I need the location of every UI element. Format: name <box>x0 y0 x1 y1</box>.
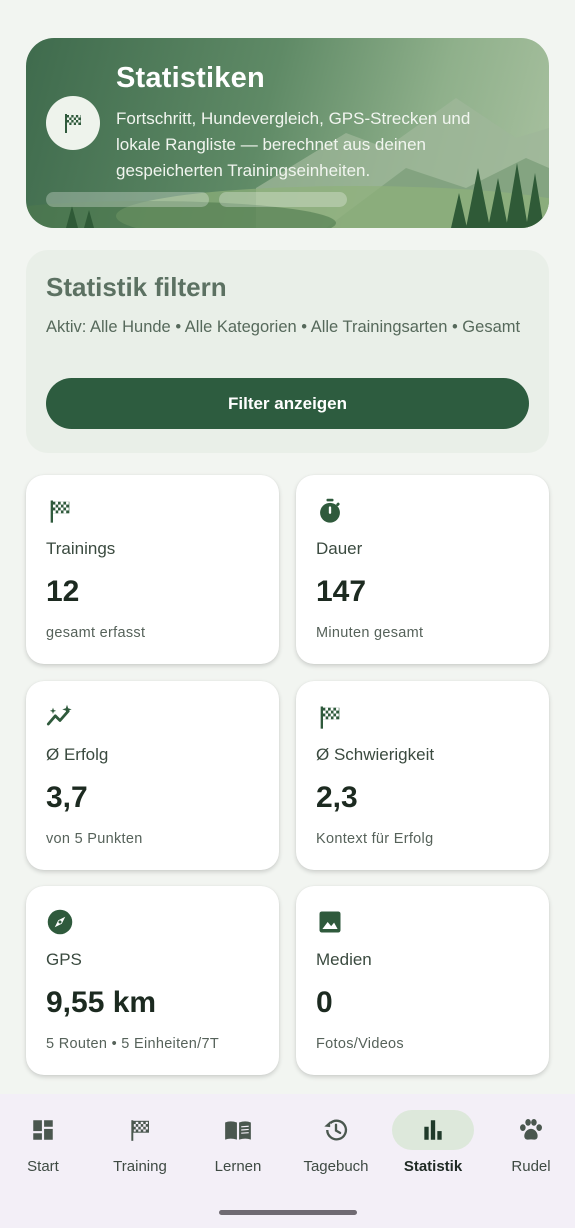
stat-value: 147 <box>316 575 367 608</box>
trending-sparkle-icon <box>46 704 72 726</box>
stat-card-difficulty[interactable]: Ø Schwierigkeit 2,3 Kontext für Erfolg <box>296 681 549 870</box>
filter-title: Statistik filtern <box>46 272 227 302</box>
compass-icon <box>47 909 73 935</box>
book-icon <box>225 1121 251 1140</box>
hero-title: Statistiken <box>116 62 265 94</box>
nav-label: Start <box>27 1158 59 1175</box>
stat-card-gps[interactable]: GPS 9,55 km 5 Routen • 5 Einheiten/7T <box>26 886 279 1075</box>
nav-item-statistik[interactable]: Statistik <box>385 1094 481 1194</box>
checkered-flag-icon <box>50 500 70 523</box>
stat-value: 12 <box>46 575 80 608</box>
hero-banner: Statistiken Fortschritt, Hundevergleich,… <box>26 38 549 228</box>
stat-caption: gesamt erfasst <box>46 625 146 641</box>
hero-subtitle: Fortschritt, Hundevergleich, GPS-Strecke… <box>116 109 471 180</box>
nav-label: Rudel <box>511 1158 551 1175</box>
stat-label: Ø Erfolg <box>46 745 109 764</box>
hero-flag-icon <box>46 96 100 150</box>
active-filter-summary: Aktiv: Alle Hunde • Alle Kategorien • Al… <box>46 318 521 336</box>
nav-label: Training <box>113 1158 167 1175</box>
hero-skeleton-pill <box>219 192 347 207</box>
gesture-home-bar[interactable] <box>219 1210 357 1215</box>
stat-label: GPS <box>46 950 82 969</box>
checkered-flag-icon <box>131 1120 149 1141</box>
nav-label: Tagebuch <box>303 1158 369 1175</box>
stat-label: Trainings <box>46 539 116 558</box>
stat-card-success[interactable]: Ø Erfolg 3,7 von 5 Punkten <box>26 681 279 870</box>
stopwatch-icon <box>320 498 340 523</box>
checkered-flag-icon <box>320 706 340 729</box>
filter-card: Statistik filtern Aktiv: Alle Hunde • Al… <box>26 250 549 453</box>
stat-label: Dauer <box>316 539 363 558</box>
stat-caption: Minuten gesamt <box>316 625 424 641</box>
stat-card-media[interactable]: Medien 0 Fotos/Videos <box>296 886 549 1075</box>
paw-icon <box>520 1119 542 1140</box>
show-filter-button[interactable]: Filter anzeigen <box>46 378 529 429</box>
stat-caption: 5 Routen • 5 Einheiten/7T <box>46 1036 219 1052</box>
stat-value: 2,3 <box>316 781 358 814</box>
stat-caption: Fotos/Videos <box>316 1036 404 1052</box>
stat-label: Medien <box>316 950 372 969</box>
dashboard-icon <box>33 1120 53 1140</box>
stat-caption: Kontext für Erfolg <box>316 831 434 847</box>
stat-label: Ø Schwierigkeit <box>316 745 435 764</box>
nav-item-training[interactable]: Training <box>92 1094 188 1194</box>
stat-card-trainings[interactable]: Trainings 12 gesamt erfasst <box>26 475 279 664</box>
nav-label: Statistik <box>403 1158 463 1175</box>
image-icon <box>319 911 341 933</box>
nav-item-rudel[interactable]: Rudel <box>483 1094 575 1194</box>
stat-caption: von 5 Punkten <box>46 831 143 847</box>
nav-item-start[interactable]: Start <box>0 1094 91 1194</box>
history-icon <box>324 1119 348 1141</box>
stat-value: 0 <box>316 986 333 1019</box>
nav-label: Lernen <box>214 1158 262 1175</box>
hero-skeleton-pill <box>46 192 209 207</box>
stat-value: 3,7 <box>46 781 88 814</box>
stat-value: 9,55 km <box>46 986 157 1019</box>
bar-chart-icon <box>424 1120 442 1140</box>
bottom-navigation: Start Training Lernen Tagebuch Statistik… <box>0 1094 575 1228</box>
stat-card-duration[interactable]: Dauer 147 Minuten gesamt <box>296 475 549 664</box>
nav-item-lernen[interactable]: Lernen <box>190 1094 286 1194</box>
nav-item-tagebuch[interactable]: Tagebuch <box>288 1094 384 1194</box>
